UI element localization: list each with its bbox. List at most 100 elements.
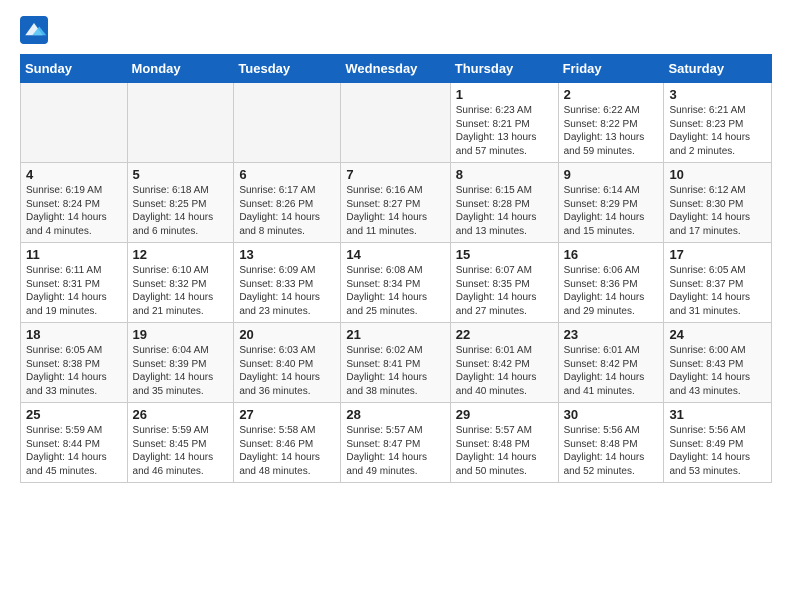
- day-number: 21: [346, 327, 444, 342]
- cell-text: Sunrise: 6:06 AMSunset: 8:36 PMDaylight:…: [564, 264, 659, 318]
- calendar-cell: 8 Sunrise: 6:15 AMSunset: 8:28 PMDaylight…: [450, 163, 558, 243]
- day-number: 19: [133, 327, 229, 342]
- day-number: 4: [26, 167, 122, 182]
- day-header-thursday: Thursday: [450, 55, 558, 83]
- cell-text: Sunrise: 6:02 AMSunset: 8:41 PMDaylight:…: [346, 344, 444, 398]
- calendar-header-row: SundayMondayTuesdayWednesdayThursdayFrid…: [21, 55, 772, 83]
- cell-text: Sunrise: 6:14 AMSunset: 8:29 PMDaylight:…: [564, 184, 659, 238]
- day-number: 12: [133, 247, 229, 262]
- cell-text: Sunrise: 6:16 AMSunset: 8:27 PMDaylight:…: [346, 184, 444, 238]
- day-number: 17: [669, 247, 766, 262]
- calendar-cell: 6 Sunrise: 6:17 AMSunset: 8:26 PMDaylight…: [234, 163, 341, 243]
- calendar-cell: [21, 83, 128, 163]
- day-number: 13: [239, 247, 335, 262]
- day-number: 6: [239, 167, 335, 182]
- header: [20, 16, 772, 44]
- logo-icon: [20, 16, 48, 44]
- calendar-cell: 29 Sunrise: 5:57 AMSunset: 8:48 PMDayligh…: [450, 403, 558, 483]
- cell-text: Sunrise: 5:56 AMSunset: 8:48 PMDaylight:…: [564, 424, 659, 478]
- calendar-week-4: 18 Sunrise: 6:05 AMSunset: 8:38 PMDayligh…: [21, 323, 772, 403]
- calendar-week-2: 4 Sunrise: 6:19 AMSunset: 8:24 PMDaylight…: [21, 163, 772, 243]
- cell-text: Sunrise: 6:04 AMSunset: 8:39 PMDaylight:…: [133, 344, 229, 398]
- cell-text: Sunrise: 6:01 AMSunset: 8:42 PMDaylight:…: [564, 344, 659, 398]
- day-number: 8: [456, 167, 553, 182]
- day-number: 26: [133, 407, 229, 422]
- day-number: 10: [669, 167, 766, 182]
- day-number: 22: [456, 327, 553, 342]
- calendar-cell: 3Sunrise: 6:21 AMSunset: 8:23 PMDaylight…: [664, 83, 772, 163]
- cell-text: Sunrise: 6:01 AMSunset: 8:42 PMDaylight:…: [456, 344, 553, 398]
- cell-text: Sunrise: 5:57 AMSunset: 8:47 PMDaylight:…: [346, 424, 444, 478]
- day-number: 27: [239, 407, 335, 422]
- calendar-cell: 17 Sunrise: 6:05 AMSunset: 8:37 PMDayligh…: [664, 243, 772, 323]
- day-header-wednesday: Wednesday: [341, 55, 450, 83]
- calendar-cell: 11Sunrise: 6:11 AMSunset: 8:31 PMDayligh…: [21, 243, 128, 323]
- day-number: 7: [346, 167, 444, 182]
- logo: [20, 16, 52, 44]
- calendar-cell: 20 Sunrise: 6:03 AMSunset: 8:40 PMDayligh…: [234, 323, 341, 403]
- calendar-cell: 21 Sunrise: 6:02 AMSunset: 8:41 PMDayligh…: [341, 323, 450, 403]
- day-header-friday: Friday: [558, 55, 664, 83]
- calendar-cell: [234, 83, 341, 163]
- calendar-cell: 4 Sunrise: 6:19 AMSunset: 8:24 PMDaylight…: [21, 163, 128, 243]
- page: SundayMondayTuesdayWednesdayThursdayFrid…: [0, 0, 792, 499]
- calendar-cell: 13Sunrise: 6:09 AMSunset: 8:33 PMDayligh…: [234, 243, 341, 323]
- cell-text: Sunrise: 6:07 AMSunset: 8:35 PMDaylight:…: [456, 264, 553, 318]
- calendar-week-3: 11Sunrise: 6:11 AMSunset: 8:31 PMDayligh…: [21, 243, 772, 323]
- day-header-monday: Monday: [127, 55, 234, 83]
- cell-text: Sunrise: 6:05 AMSunset: 8:37 PMDaylight:…: [669, 264, 766, 318]
- calendar-cell: 22 Sunrise: 6:01 AMSunset: 8:42 PMDayligh…: [450, 323, 558, 403]
- cell-text: Sunrise: 6:12 AMSunset: 8:30 PMDaylight:…: [669, 184, 766, 238]
- day-number: 15: [456, 247, 553, 262]
- day-number: 14: [346, 247, 444, 262]
- calendar-cell: 2 Sunrise: 6:22 AMSunset: 8:22 PMDaylight…: [558, 83, 664, 163]
- day-number: 29: [456, 407, 553, 422]
- cell-text: Sunrise: 5:59 AMSunset: 8:45 PMDaylight:…: [133, 424, 229, 478]
- day-number: 1: [456, 87, 553, 102]
- calendar-cell: 24 Sunrise: 6:00 AMSunset: 8:43 PMDayligh…: [664, 323, 772, 403]
- calendar-cell: 28Sunrise: 5:57 AMSunset: 8:47 PMDayligh…: [341, 403, 450, 483]
- day-number: 18: [26, 327, 122, 342]
- day-header-tuesday: Tuesday: [234, 55, 341, 83]
- calendar-cell: 7 Sunrise: 6:16 AMSunset: 8:27 PMDaylight…: [341, 163, 450, 243]
- day-header-sunday: Sunday: [21, 55, 128, 83]
- cell-text: Sunrise: 6:10 AMSunset: 8:32 PMDaylight:…: [133, 264, 229, 318]
- calendar-cell: 5Sunrise: 6:18 AMSunset: 8:25 PMDaylight…: [127, 163, 234, 243]
- calendar-cell: 26 Sunrise: 5:59 AMSunset: 8:45 PMDayligh…: [127, 403, 234, 483]
- cell-text: Sunrise: 6:08 AMSunset: 8:34 PMDaylight:…: [346, 264, 444, 318]
- calendar-week-1: 1 Sunrise: 6:23 AMSunset: 8:21 PMDaylight…: [21, 83, 772, 163]
- day-number: 11: [26, 247, 122, 262]
- calendar-cell: 30Sunrise: 5:56 AMSunset: 8:48 PMDayligh…: [558, 403, 664, 483]
- cell-text: Sunrise: 6:23 AMSunset: 8:21 PMDaylight:…: [456, 104, 553, 158]
- calendar-cell: 31Sunrise: 5:56 AMSunset: 8:49 PMDayligh…: [664, 403, 772, 483]
- cell-text: Sunrise: 6:03 AMSunset: 8:40 PMDaylight:…: [239, 344, 335, 398]
- cell-text: Sunrise: 6:00 AMSunset: 8:43 PMDaylight:…: [669, 344, 766, 398]
- cell-text: Sunrise: 5:59 AMSunset: 8:44 PMDaylight:…: [26, 424, 122, 478]
- calendar-cell: 18 Sunrise: 6:05 AMSunset: 8:38 PMDayligh…: [21, 323, 128, 403]
- cell-text: Sunrise: 6:15 AMSunset: 8:28 PMDaylight:…: [456, 184, 553, 238]
- cell-text: Sunrise: 6:19 AMSunset: 8:24 PMDaylight:…: [26, 184, 122, 238]
- cell-text: Sunrise: 6:17 AMSunset: 8:26 PMDaylight:…: [239, 184, 335, 238]
- calendar-cell: 10 Sunrise: 6:12 AMSunset: 8:30 PMDayligh…: [664, 163, 772, 243]
- calendar-cell: 14 Sunrise: 6:08 AMSunset: 8:34 PMDayligh…: [341, 243, 450, 323]
- calendar-cell: [341, 83, 450, 163]
- calendar-cell: 27 Sunrise: 5:58 AMSunset: 8:46 PMDayligh…: [234, 403, 341, 483]
- calendar-cell: 12 Sunrise: 6:10 AMSunset: 8:32 PMDayligh…: [127, 243, 234, 323]
- calendar-cell: 19 Sunrise: 6:04 AMSunset: 8:39 PMDayligh…: [127, 323, 234, 403]
- calendar-cell: 25 Sunrise: 5:59 AMSunset: 8:44 PMDayligh…: [21, 403, 128, 483]
- cell-text: Sunrise: 6:21 AMSunset: 8:23 PMDaylight:…: [669, 104, 766, 158]
- cell-text: Sunrise: 6:22 AMSunset: 8:22 PMDaylight:…: [564, 104, 659, 158]
- day-number: 9: [564, 167, 659, 182]
- cell-text: Sunrise: 5:57 AMSunset: 8:48 PMDaylight:…: [456, 424, 553, 478]
- cell-text: Sunrise: 6:05 AMSunset: 8:38 PMDaylight:…: [26, 344, 122, 398]
- calendar-cell: 9 Sunrise: 6:14 AMSunset: 8:29 PMDaylight…: [558, 163, 664, 243]
- day-number: 20: [239, 327, 335, 342]
- day-number: 25: [26, 407, 122, 422]
- cell-text: Sunrise: 6:18 AMSunset: 8:25 PMDaylight:…: [133, 184, 229, 238]
- day-number: 24: [669, 327, 766, 342]
- calendar: SundayMondayTuesdayWednesdayThursdayFrid…: [20, 54, 772, 483]
- cell-text: Sunrise: 5:58 AMSunset: 8:46 PMDaylight:…: [239, 424, 335, 478]
- day-number: 2: [564, 87, 659, 102]
- calendar-cell: 1 Sunrise: 6:23 AMSunset: 8:21 PMDaylight…: [450, 83, 558, 163]
- calendar-cell: [127, 83, 234, 163]
